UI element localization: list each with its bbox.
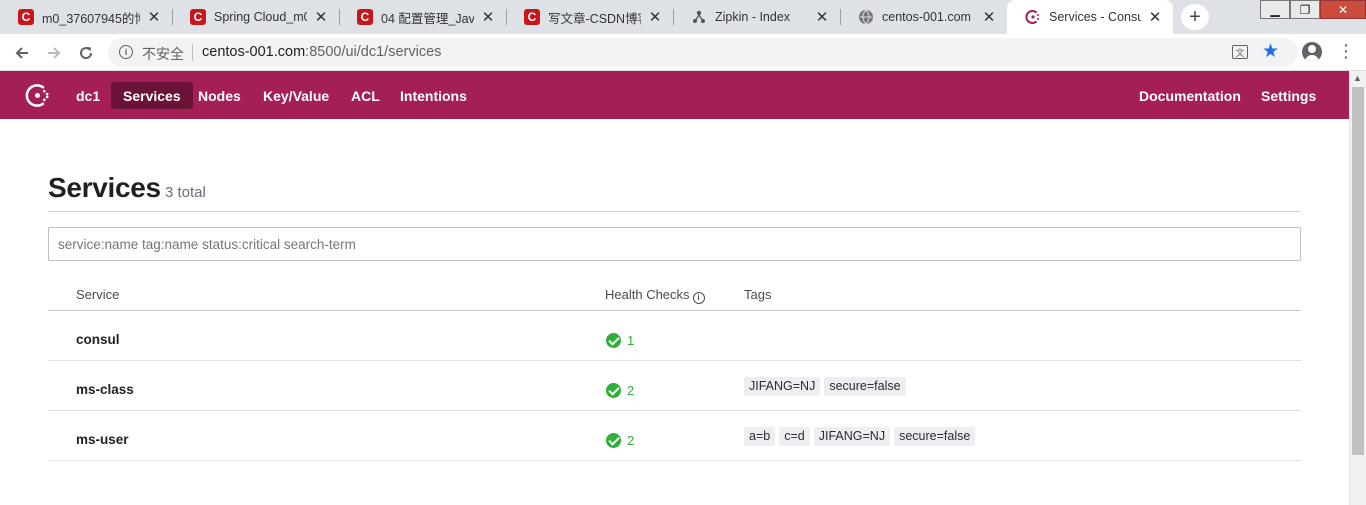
browser-tab-title: Zipkin - Index [715, 10, 791, 24]
reload-button[interactable] [74, 41, 98, 65]
browser-tab-title: 写文章-CSDN博客 [548, 11, 641, 26]
security-label[interactable]: 不安全 [142, 44, 184, 64]
consul-icon [1025, 9, 1041, 25]
close-icon[interactable]: ✕ [647, 8, 663, 26]
nav-key-value[interactable]: Key/Value [251, 82, 341, 109]
service-count: 3 total [165, 184, 206, 201]
consul-navbar: dc1 Services Nodes Key/Value ACL Intenti… [0, 71, 1349, 119]
check-circle-icon [606, 383, 621, 398]
column-header-health: Health Checks i [605, 287, 705, 304]
url-text[interactable]: centos-001.com:8500/ui/dc1/services [202, 44, 441, 60]
nav-services[interactable]: Services [111, 82, 193, 109]
info-icon[interactable]: i [692, 292, 705, 304]
csdn-icon: C [524, 9, 540, 25]
column-header-service: Service [76, 287, 120, 302]
table-row[interactable]: ms-class 2 JIFANG=NJ secure=false [48, 361, 1301, 411]
service-name-link[interactable]: consul [76, 332, 120, 347]
browser-tab-title: centos-001.com [882, 10, 971, 24]
health-checks: 1 [606, 333, 634, 348]
check-circle-icon [606, 333, 621, 348]
nav-settings[interactable]: Settings [1249, 82, 1328, 109]
close-icon[interactable]: ✕ [1147, 8, 1163, 26]
window-close-button[interactable]: ✕ [1320, 0, 1366, 19]
browser-tab[interactable]: Zipkin - Index ✕ [673, 0, 840, 34]
column-header-tags: Tags [744, 287, 772, 302]
health-checks: 2 [606, 383, 634, 398]
page-title: Services [48, 172, 161, 203]
new-tab-button[interactable]: + [1181, 4, 1209, 30]
minimize-button[interactable]: ▁ [1260, 0, 1290, 19]
browser-tab-title: 04 配置管理_JavaS [381, 11, 474, 26]
browser-tab-title: Services - Consul [1049, 10, 1141, 24]
scrollbar-thumb[interactable] [1352, 87, 1364, 455]
bookmark-star-icon[interactable]: ★ [1262, 40, 1279, 63]
forward-button[interactable] [42, 41, 66, 65]
browser-tab[interactable]: C 04 配置管理_JavaS ✕ [339, 0, 506, 34]
browser-tab-strip: C m0_37607945的博 ✕ C Spring Cloud_m0_ ✕ C… [0, 0, 1366, 34]
url-host: centos-001.com [202, 44, 306, 60]
health-checks: 2 [606, 433, 634, 448]
translate-icon[interactable]: 文 [1232, 45, 1248, 59]
browser-tab-title: Spring Cloud_m0_ [214, 10, 307, 24]
table-row[interactable]: ms-user 2 a=b c=d JIFANG=NJ secure=false [48, 411, 1301, 461]
tag: a=b [744, 427, 776, 446]
consul-logo-icon[interactable] [24, 82, 51, 109]
scroll-up-arrow-icon[interactable]: ▲ [1353, 73, 1362, 83]
table-header: Service Health Checks i Tags [48, 280, 1301, 311]
close-icon[interactable]: ✕ [146, 8, 162, 26]
profile-icon[interactable] [1302, 42, 1322, 62]
services-table: Service Health Checks i Tags consul 1 ms-… [48, 280, 1301, 461]
tag: JIFANG=NJ [813, 427, 891, 446]
nav-intentions[interactable]: Intentions [388, 82, 479, 109]
nav-acl[interactable]: ACL [339, 82, 392, 109]
service-name-link[interactable]: ms-class [76, 382, 134, 397]
nav-nodes[interactable]: Nodes [186, 82, 253, 109]
csdn-icon: C [357, 9, 373, 25]
csdn-icon: C [18, 9, 34, 25]
globe-icon [858, 9, 874, 25]
tag-list: JIFANG=NJ secure=false [744, 377, 910, 396]
close-icon[interactable]: ✕ [981, 8, 997, 26]
page-header: Services 3 total [48, 170, 1301, 212]
info-icon[interactable]: i [119, 45, 133, 59]
tag: JIFANG=NJ [744, 377, 821, 396]
service-name-link[interactable]: ms-user [76, 432, 129, 447]
close-icon[interactable]: ✕ [480, 8, 496, 26]
back-button[interactable] [10, 41, 34, 65]
vertical-scrollbar[interactable]: ▲ [1349, 71, 1366, 505]
window-controls: ▁ ❐ ✕ [1260, 0, 1366, 20]
passing-count: 2 [627, 383, 635, 398]
passing-count: 2 [627, 433, 635, 448]
passing-count: 1 [627, 333, 635, 348]
datacenter-selector[interactable]: dc1 [64, 82, 112, 109]
close-icon[interactable]: ✕ [313, 8, 329, 26]
browser-tab-active[interactable]: Services - Consul ✕ [1007, 0, 1173, 34]
browser-toolbar: i 不安全 centos-001.com:8500/ui/dc1/service… [0, 34, 1366, 71]
menu-icon[interactable]: ⋮ [1337, 41, 1355, 61]
table-row[interactable]: consul 1 [48, 311, 1301, 361]
browser-tab[interactable]: C Spring Cloud_m0_ ✕ [172, 0, 339, 34]
nav-documentation[interactable]: Documentation [1127, 82, 1253, 109]
tag: c=d [779, 427, 810, 446]
address-bar[interactable]: i 不安全 centos-001.com:8500/ui/dc1/service… [108, 38, 1298, 67]
maximize-button[interactable]: ❐ [1290, 0, 1320, 19]
check-circle-icon [606, 433, 621, 448]
csdn-icon: C [190, 9, 206, 25]
zipkin-icon [691, 9, 707, 25]
service-search-input[interactable] [48, 227, 1301, 261]
browser-tab-title: m0_37607945的博 [42, 11, 140, 26]
url-path: :8500/ui/dc1/services [305, 44, 442, 60]
browser-tab[interactable]: C 写文章-CSDN博客 ✕ [506, 0, 673, 34]
tag-list: a=b c=d JIFANG=NJ secure=false [744, 427, 979, 446]
tag: secure=false [894, 427, 976, 446]
column-header-health-label: Health Checks [605, 287, 690, 302]
omnibox-divider [192, 44, 193, 61]
browser-tab[interactable]: C m0_37607945的博 ✕ [0, 0, 172, 34]
tag: secure=false [824, 377, 906, 396]
close-icon[interactable]: ✕ [814, 8, 830, 26]
browser-tab[interactable]: centos-001.com ✕ [840, 0, 1007, 34]
